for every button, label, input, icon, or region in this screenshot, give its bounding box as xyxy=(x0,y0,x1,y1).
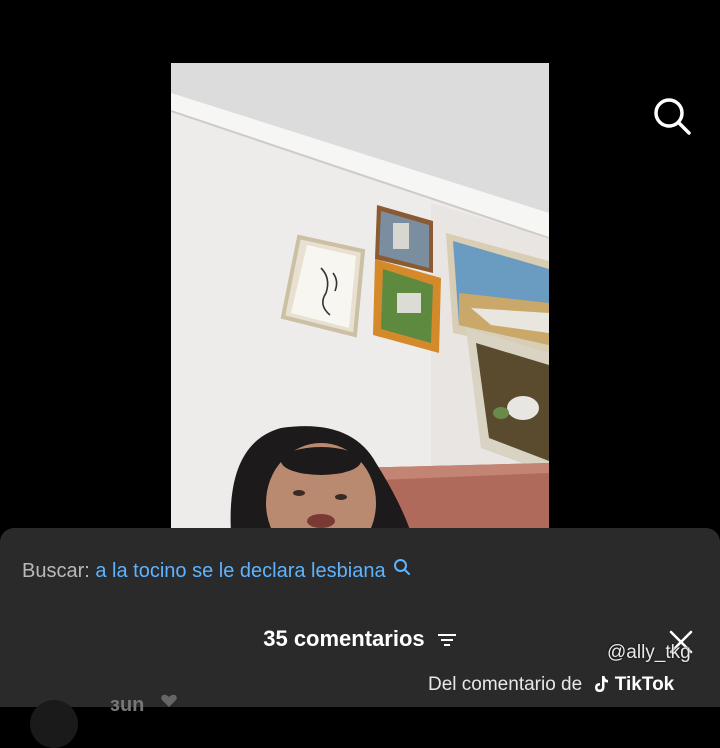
tiktok-brand: TikTok xyxy=(614,674,675,695)
tiktok-logo-icon xyxy=(595,676,609,692)
heart-icon xyxy=(161,694,177,707)
sort-icon[interactable] xyxy=(437,632,457,648)
comment-count: 35 comentarios xyxy=(263,626,425,651)
comment-username[interactable]: зun xyxy=(110,694,144,717)
search-label: Buscar: xyxy=(22,560,90,582)
avatar[interactable] xyxy=(30,700,78,748)
video-content xyxy=(171,63,549,533)
video-frame[interactable] xyxy=(171,63,549,533)
watermark-source: Del comentario de TikTok xyxy=(428,674,674,696)
search-suggestion: Buscar: a la tocino se le declara lesbia… xyxy=(22,558,411,583)
watermark-handle: @ally_tkg xyxy=(607,642,691,663)
painting-sketch xyxy=(280,234,366,338)
search-query-link[interactable]: a la tocino se le declara lesbiana xyxy=(95,560,385,582)
source-prefix: Del comentario de xyxy=(428,674,583,695)
search-button[interactable] xyxy=(650,94,694,138)
search-icon xyxy=(654,98,691,135)
search-icon[interactable] xyxy=(393,558,411,576)
